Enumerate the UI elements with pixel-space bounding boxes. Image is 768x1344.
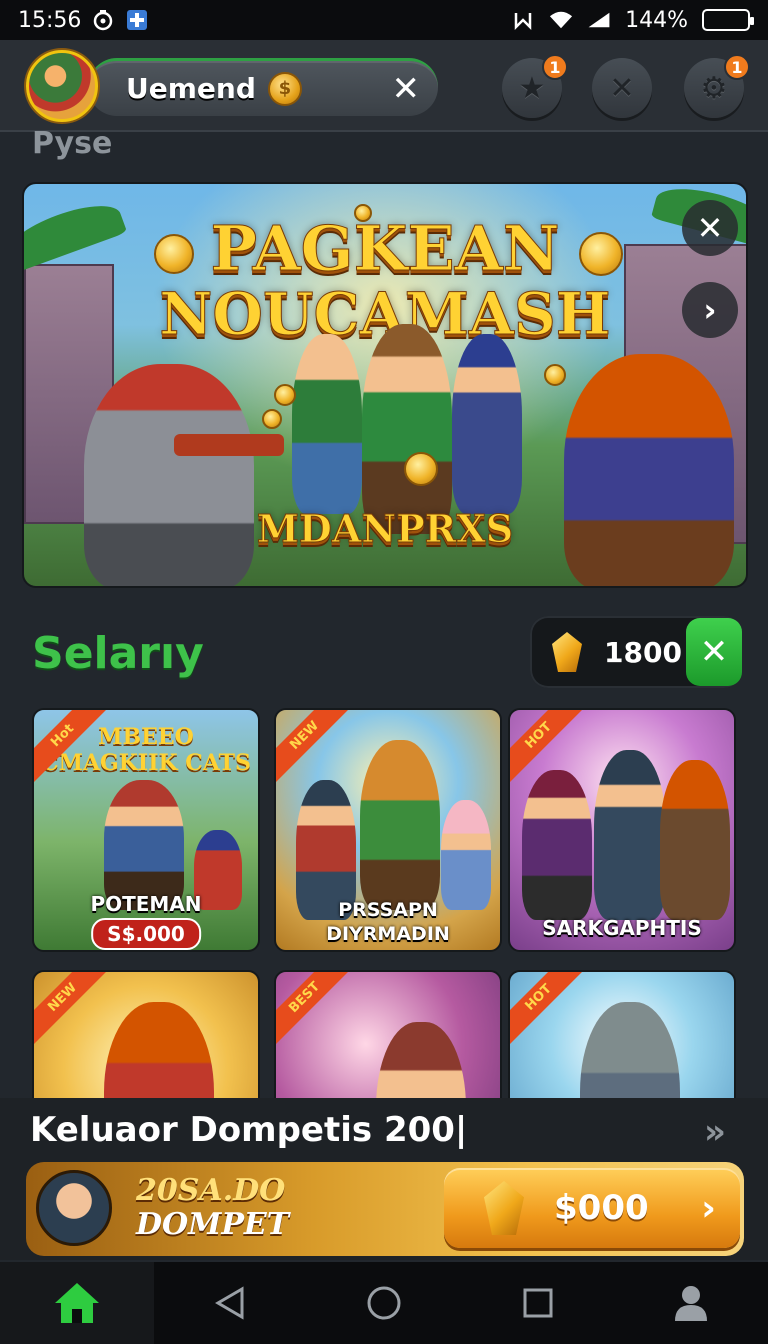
star-icon: ★ <box>518 70 546 106</box>
card-title: PRSSAPN DIYRMADIN <box>326 899 450 945</box>
selection-title: Selarıy <box>32 628 204 679</box>
card-ribbon: NEW <box>34 972 111 1046</box>
coin-decoration <box>274 384 296 406</box>
navigation-bar <box>0 1262 768 1344</box>
featured-banner[interactable]: PAGKEAN NOUCAMASH MDANPRXS ✕ › <box>22 182 748 588</box>
card-character <box>441 800 491 910</box>
card-ribbon: BEST <box>276 972 353 1046</box>
fox-warrior-character <box>564 354 734 586</box>
promo-bar[interactable]: 20SA.DO DOMPET $000 › <box>26 1162 744 1256</box>
coin-decoration <box>579 232 623 276</box>
coin-decoration <box>404 452 438 486</box>
coin-decoration <box>262 409 282 429</box>
promo-avatar <box>36 1170 112 1246</box>
app-notification-icon <box>125 8 149 32</box>
card-title: POTEMAN <box>90 892 202 916</box>
currency-amount: 1800 <box>604 635 682 669</box>
signal-icon <box>587 8 611 32</box>
gunslinger-character <box>452 334 522 514</box>
card-character <box>104 780 184 910</box>
gem-icon <box>484 1181 524 1235</box>
currency-display: 1800 ✕ <box>530 616 742 688</box>
achievements-button[interactable]: ★ 1 <box>502 54 568 118</box>
section-label: Pyse <box>32 126 113 161</box>
coin-decoration <box>354 204 372 222</box>
armored-warrior-character <box>84 364 254 586</box>
circle-home-icon <box>367 1286 401 1320</box>
back-icon <box>215 1286 244 1320</box>
promo-text: 20SA.DO DOMPET <box>136 1174 289 1242</box>
promo-price: $000 <box>554 1188 649 1228</box>
add-currency-button[interactable]: ✕ <box>686 618 742 686</box>
card-character <box>594 750 666 920</box>
battery-percent: 144% <box>625 7 688 33</box>
home-icon <box>54 1283 99 1323</box>
nfc-icon <box>511 8 535 32</box>
crossed-tools-icon: ✕ <box>609 70 635 106</box>
close-icon[interactable]: ✕ <box>392 72 421 106</box>
card-character <box>660 760 730 920</box>
game-card[interactable]: SARKGAPHTIS HOT <box>508 708 736 952</box>
status-bar: 15:56 144% <box>0 0 768 40</box>
game-card[interactable]: MBEEO CMAGKIIK CATS POTEMAN S$.000 Hot <box>32 708 260 952</box>
blaster-weapon <box>174 434 284 456</box>
recents-icon <box>523 1288 553 1318</box>
banner-next-button[interactable]: › <box>682 282 738 338</box>
card-price: S$.000 <box>91 918 201 950</box>
battery-icon <box>702 9 754 31</box>
settings-button[interactable]: ⚙ 1 <box>684 54 750 118</box>
coin-decoration <box>544 364 566 386</box>
timer-icon <box>91 8 115 32</box>
chevron-right-icon: › <box>701 1187 716 1229</box>
card-ribbon: NEW <box>276 710 353 784</box>
banner-close-button[interactable]: ✕ <box>682 200 738 256</box>
player-name: Uemend <box>126 72 256 105</box>
clock: 15:56 <box>18 7 82 33</box>
banner-title-line1: PAGKEAN <box>210 212 560 286</box>
chevron-right-icon: › <box>703 291 717 329</box>
cowboy-character <box>362 324 452 534</box>
nav-back[interactable] <box>154 1262 308 1344</box>
card-character <box>522 770 592 920</box>
promo-text-line2: DOMPET <box>136 1207 290 1242</box>
coin-decoration <box>154 234 194 274</box>
notification-badge: 1 <box>542 54 568 80</box>
card-ribbon: HOT <box>510 972 587 1046</box>
player-avatar[interactable] <box>26 50 98 122</box>
nav-home[interactable] <box>0 1262 154 1344</box>
coin-icon: $ <box>267 71 302 106</box>
notification-badge: 1 <box>724 54 750 80</box>
player-name-pill[interactable]: Uemend $ ✕ <box>88 58 438 116</box>
promo-label: Keluaor Dompetis 200| <box>30 1110 468 1150</box>
wifi-icon <box>549 8 573 32</box>
card-character <box>360 740 440 910</box>
promo-text-line1: 20SA.DO <box>136 1173 286 1208</box>
promo-buy-button[interactable]: $000 › <box>444 1168 740 1248</box>
game-card[interactable]: PRSSAPN DIYRMADIN NEW <box>274 708 502 952</box>
nav-home-circle[interactable] <box>307 1262 461 1344</box>
girl-character <box>292 334 362 514</box>
gear-icon: ⚙ <box>700 70 728 106</box>
profile-icon <box>675 1286 708 1321</box>
tools-button[interactable]: ✕ <box>592 58 652 118</box>
top-header: Uemend $ ✕ ★ 1 ✕ ⚙ 1 <box>0 40 768 132</box>
double-chevron-icon[interactable]: » <box>704 1112 726 1152</box>
nav-recents[interactable] <box>461 1262 615 1344</box>
nav-profile[interactable] <box>614 1262 768 1344</box>
card-title: SARKGAPHTIS <box>542 916 702 940</box>
banner-subtitle: MDANPRXS <box>256 506 514 552</box>
close-icon: ✕ <box>696 209 724 247</box>
gem-icon <box>552 632 582 672</box>
